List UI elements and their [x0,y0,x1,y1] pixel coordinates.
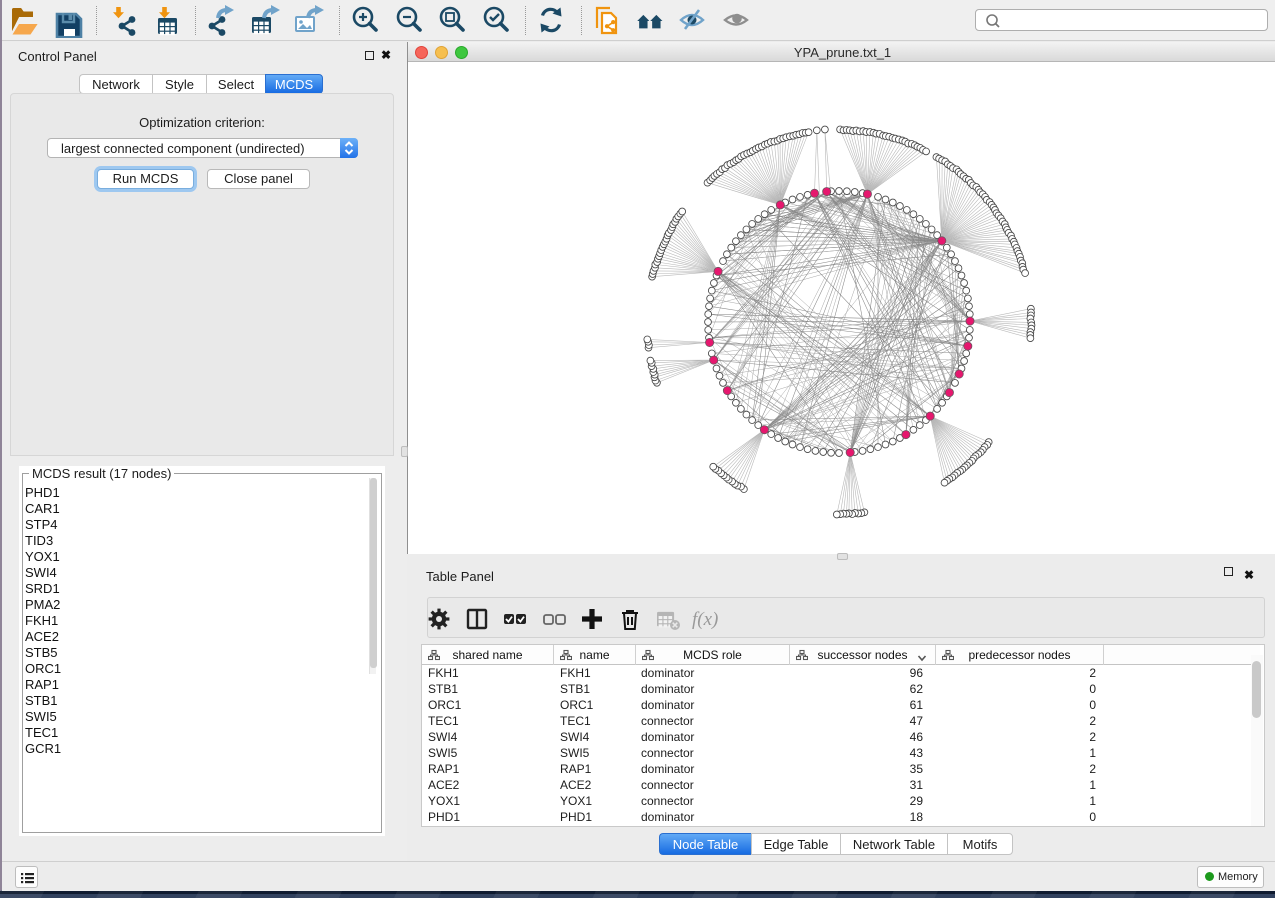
svg-text:f(x): f(x) [692,609,718,630]
